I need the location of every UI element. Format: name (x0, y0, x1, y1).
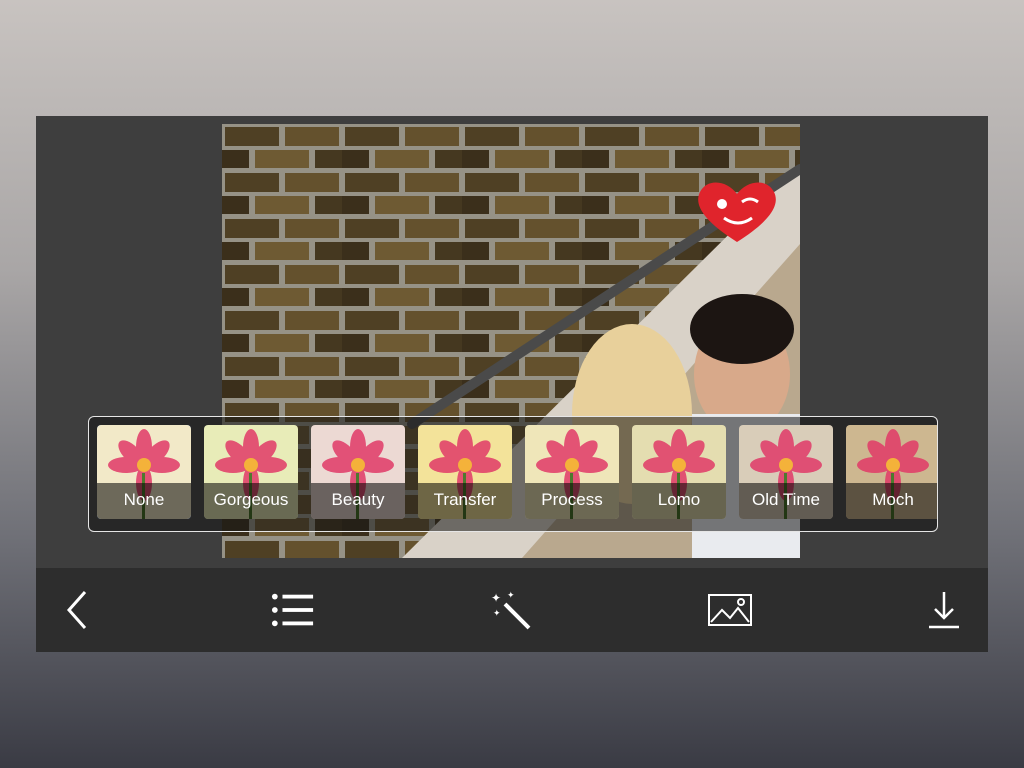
filter-label: Gorgeous (204, 483, 298, 519)
effects-button[interactable]: ✦ ✦ ✦ (489, 588, 533, 632)
filter-thumb[interactable]: Beauty (311, 425, 405, 519)
svg-text:✦: ✦ (491, 591, 501, 605)
back-button[interactable] (56, 588, 100, 632)
filter-thumb[interactable]: Lomo (632, 425, 726, 519)
editor-window: None Gorgeous Beauty Transfer Process Lomo Old… (36, 116, 988, 652)
download-icon (929, 592, 959, 629)
filter-strip[interactable]: None Gorgeous Beauty Transfer Process Lomo Old… (88, 416, 938, 532)
bottom-toolbar: ✦ ✦ ✦ (36, 568, 988, 652)
heart-sticker[interactable] (692, 176, 782, 246)
filter-label: Moch (846, 483, 937, 519)
filter-label: None (97, 483, 191, 519)
filter-thumb[interactable]: Old Time (739, 425, 833, 519)
svg-text:✦: ✦ (507, 591, 515, 601)
image-icon (708, 594, 752, 626)
filter-label: Process (525, 483, 619, 519)
filter-label: Transfer (418, 483, 512, 519)
download-button[interactable] (922, 588, 966, 632)
list-icon (271, 593, 314, 627)
filter-label: Old Time (739, 483, 833, 519)
image-button[interactable] (708, 588, 752, 632)
filter-thumb[interactable]: None (97, 425, 191, 519)
svg-text:✦: ✦ (493, 609, 501, 619)
filter-thumb[interactable]: Process (525, 425, 619, 519)
filter-thumb[interactable]: Moch (846, 425, 937, 519)
filter-label: Lomo (632, 483, 726, 519)
filter-label: Beauty (311, 483, 405, 519)
chevron-left-icon (66, 591, 87, 629)
magic-wand-icon: ✦ ✦ ✦ (491, 591, 531, 630)
filter-thumb[interactable]: Gorgeous (204, 425, 298, 519)
filter-thumb[interactable]: Transfer (418, 425, 512, 519)
list-button[interactable] (271, 588, 315, 632)
